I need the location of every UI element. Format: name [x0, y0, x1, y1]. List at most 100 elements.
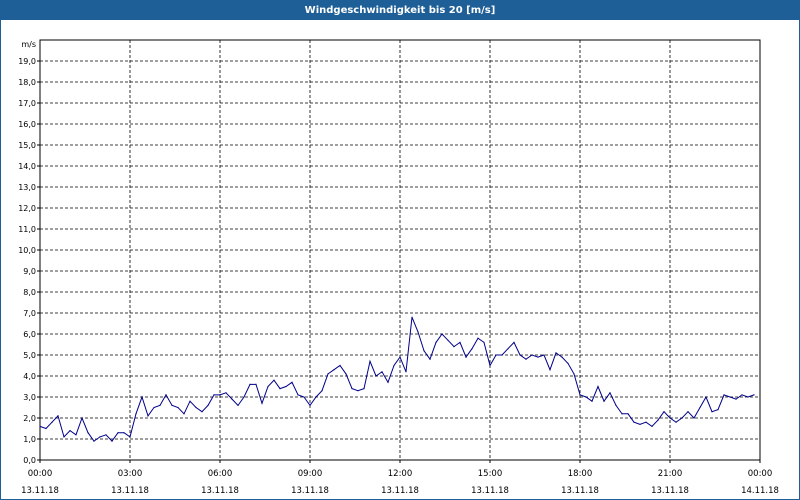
data-point: [141, 396, 143, 398]
data-point: [531, 354, 533, 356]
data-point: [123, 432, 125, 434]
data-point: [645, 421, 647, 423]
x-tick-date: 13.11.18: [561, 486, 599, 496]
data-point: [381, 371, 383, 373]
data-point: [537, 356, 539, 358]
data-point: [303, 396, 305, 398]
data-point: [477, 337, 479, 339]
data-point: [189, 400, 191, 402]
data-point: [219, 394, 221, 396]
data-point: [291, 381, 293, 383]
data-point: [459, 341, 461, 343]
y-tick-label: 8,0: [23, 288, 36, 297]
data-point: [627, 413, 629, 415]
data-point: [495, 354, 497, 356]
data-point: [279, 388, 281, 390]
data-point: [369, 360, 371, 362]
data-point: [375, 375, 377, 377]
data-point: [225, 392, 227, 394]
data-point: [129, 436, 131, 438]
data-point: [249, 383, 251, 385]
data-point: [549, 369, 551, 371]
data-point: [717, 409, 719, 411]
data-point: [51, 421, 53, 423]
data-point: [153, 406, 155, 409]
data-point: [525, 358, 527, 360]
x-tick-time: 21:00: [658, 469, 683, 479]
data-point: [729, 396, 731, 398]
data-point: [231, 398, 233, 400]
data-point: [75, 434, 77, 436]
data-point: [363, 388, 365, 390]
data-point: [57, 415, 59, 417]
data-point: [657, 419, 659, 421]
x-tick-time: 18:00: [568, 469, 593, 479]
data-point: [411, 316, 413, 318]
data-point: [561, 356, 563, 358]
y-tick-label: 19,0: [18, 57, 36, 66]
data-point: [399, 356, 401, 358]
data-point: [183, 413, 185, 415]
data-point: [609, 392, 611, 394]
data-point: [447, 339, 449, 341]
data-point: [207, 404, 209, 406]
data-point: [321, 390, 323, 392]
data-point: [135, 413, 137, 415]
data-point: [591, 400, 593, 402]
x-tick-time: 15:00: [478, 469, 503, 479]
y-tick-label: 6,0: [23, 330, 36, 339]
x-tick-date: 13.11.18: [651, 486, 689, 496]
data-point: [597, 385, 599, 388]
data-point: [711, 411, 713, 413]
data-point: [483, 341, 485, 343]
data-point: [93, 440, 95, 442]
data-point: [423, 350, 425, 352]
y-tick-label: 17,0: [18, 99, 36, 108]
data-point: [429, 358, 431, 360]
y-tick-label: 9,0: [23, 267, 36, 276]
data-point: [213, 394, 215, 396]
data-point: [633, 421, 635, 423]
y-tick-label: 16,0: [18, 120, 36, 129]
data-point: [639, 423, 641, 425]
data-point: [621, 413, 623, 415]
x-tick-time: 06:00: [208, 469, 233, 479]
data-point: [39, 425, 41, 427]
data-point: [693, 417, 695, 419]
x-tick-time: 03:00: [118, 469, 143, 479]
data-point: [357, 390, 359, 392]
data-point: [651, 425, 653, 427]
data-point: [471, 348, 473, 350]
data-point: [255, 383, 257, 385]
data-point: [441, 333, 443, 335]
data-point: [111, 440, 113, 442]
data-point: [579, 394, 581, 396]
data-point: [333, 369, 335, 371]
y-tick-label: 7,0: [23, 309, 36, 318]
data-point: [735, 398, 737, 400]
data-point: [297, 394, 299, 396]
data-point: [267, 385, 269, 388]
data-point: [345, 373, 347, 375]
data-point: [63, 436, 65, 438]
data-point: [81, 417, 83, 419]
data-point: [339, 364, 341, 367]
data-point: [285, 385, 287, 388]
data-point: [159, 404, 161, 406]
y-tick-label: 12,0: [18, 204, 36, 213]
y-tick-label: 1,0: [23, 435, 36, 444]
data-point: [465, 356, 467, 358]
data-point: [195, 406, 197, 409]
data-point: [573, 373, 575, 375]
data-point: [171, 404, 173, 406]
data-point: [741, 394, 743, 396]
data-point: [177, 406, 179, 409]
data-point: [519, 354, 521, 356]
y-tick-label: 15,0: [18, 141, 36, 150]
y-axis-ticks: 0,0 1,0 2,0 3,0 4,0 5,0 6,0 7,0 8,0 9,0 10,0 11,0 12…: [18, 57, 40, 465]
y-tick-label: 3,0: [23, 393, 36, 402]
x-tick-time: 09:00: [298, 469, 323, 479]
data-point: [507, 348, 509, 350]
data-point: [243, 396, 245, 398]
data-point: [723, 394, 725, 396]
